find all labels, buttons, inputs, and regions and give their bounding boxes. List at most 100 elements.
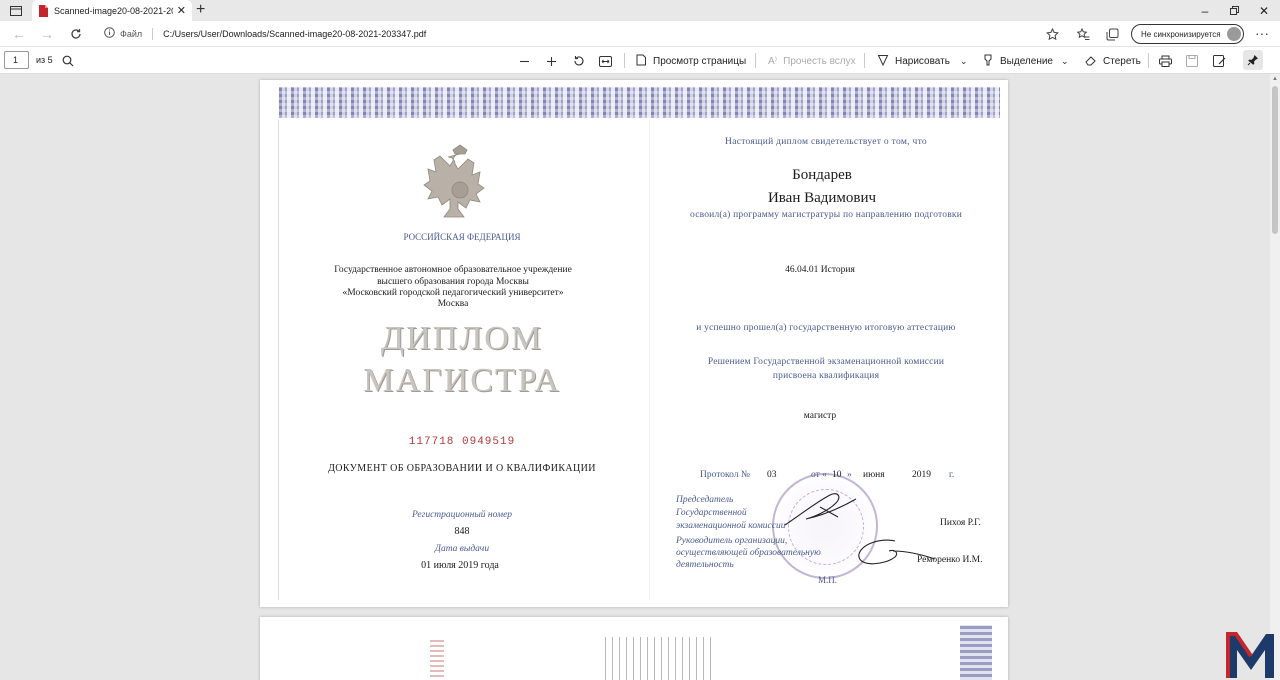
page-view-icon: [635, 54, 653, 69]
diploma-title-line-1: ДИПЛОМ: [380, 320, 544, 357]
highlight-button[interactable]: Выделение: [982, 53, 1053, 69]
search-icon[interactable]: [62, 53, 80, 69]
rotate-icon[interactable]: [573, 53, 591, 69]
favorite-star-icon[interactable]: [1044, 26, 1060, 42]
collections-icon[interactable]: [1104, 26, 1120, 42]
head-signature: [858, 539, 936, 565]
serial-number: 117718 0949519: [408, 436, 516, 448]
page-view-label: Просмотр страницы: [653, 55, 747, 67]
protocol-month: июня: [863, 470, 885, 480]
protocol-year: 2019: [912, 470, 931, 480]
program-text: освоил(а) программу магистратуры по напр…: [690, 210, 962, 220]
institution-line-1: Государственное автономное образовательн…: [334, 265, 572, 275]
protocol-from: от «: [811, 470, 827, 480]
program-name: 46.04.01 История: [785, 265, 855, 275]
draw-icon: [877, 54, 895, 69]
country-label: РОССИЙСКАЯ ФЕДЕРАЦИЯ: [403, 232, 521, 242]
draw-label: Нарисовать: [895, 55, 950, 67]
issue-date-label: Дата выдачи: [434, 544, 490, 554]
graduate-surname: Бондарев: [792, 167, 852, 183]
protocol-label: Протокол №: [700, 470, 750, 480]
watermark-logo: [1226, 632, 1274, 678]
save-icon[interactable]: [1186, 53, 1204, 69]
sidebar-toggle-icon[interactable]: [2, 0, 30, 21]
protocol-number: 03: [767, 470, 777, 480]
address-prefix: Файл: [120, 28, 143, 39]
city-label: Москва: [437, 299, 469, 309]
protocol-close-quote: »: [847, 470, 852, 480]
eraser-icon: [1085, 54, 1103, 69]
more-icon[interactable]: ···: [1255, 25, 1269, 41]
highlight-icon: [982, 54, 1000, 69]
fit-page-icon[interactable]: [599, 53, 618, 69]
tab-title: Scanned-image20-08-2021-203: [54, 5, 173, 16]
highlight-label: Выделение: [1000, 55, 1053, 67]
read-aloud-label: Прочесть вслух: [783, 55, 856, 67]
pdf-viewer[interactable]: РОССИЙСКАЯ ФЕДЕРАЦИЯ Государственное авт…: [0, 74, 1270, 680]
sync-button[interactable]: Не синхронизируется: [1131, 24, 1244, 44]
refresh-icon[interactable]: [67, 25, 85, 43]
zoom-out-icon[interactable]: [519, 53, 536, 69]
info-icon: [104, 27, 115, 40]
registration-label: Регистрационный номер: [411, 510, 513, 520]
head-title-line-1: Руководитель организации,: [676, 536, 788, 546]
page-number-input[interactable]: 1: [4, 51, 29, 69]
vertical-scrollbar[interactable]: ▲: [1270, 74, 1280, 680]
page-count: из 5: [36, 55, 53, 65]
page-view-button[interactable]: Просмотр страницы: [635, 53, 746, 69]
tab-strip: Scanned-image20-08-2021-203 ✕ + – ✕: [0, 0, 1280, 21]
print-icon[interactable]: [1159, 53, 1178, 69]
pdf-file-icon: [38, 4, 48, 17]
save-as-icon[interactable]: [1213, 53, 1232, 69]
attestation-text: и успешно прошел(а) государственную итог…: [696, 323, 956, 333]
head-title-line-3: деятельность: [676, 560, 734, 570]
intro-text: Настоящий диплом свидетельствует о том, …: [725, 137, 927, 147]
url-field[interactable]: C:/Users/User/Downloads/Scanned-image20-…: [163, 29, 426, 39]
address-bar: ← → Файл C:/Users/User/Downloads/Scanned…: [0, 21, 1280, 47]
draw-dropdown-icon[interactable]: ⌄: [960, 53, 968, 69]
zoom-in-icon[interactable]: [546, 53, 563, 69]
document-type: ДОКУМЕНТ ОБ ОБРАЗОВАНИИ И О КВАЛИФИКАЦИИ: [328, 463, 596, 474]
draw-button[interactable]: Нарисовать: [877, 53, 950, 69]
window-close-button[interactable]: ✕: [1250, 0, 1278, 21]
pdf-page-1: РОССИЙСКАЯ ФЕДЕРАЦИЯ Государственное авт…: [260, 80, 1008, 607]
forward-icon[interactable]: →: [38, 25, 56, 43]
chair-title-line-1: Председатель: [676, 495, 734, 505]
registration-number: 848: [454, 526, 470, 537]
close-icon[interactable]: ✕: [177, 4, 186, 17]
highlight-dropdown-icon[interactable]: ⌄: [1061, 53, 1069, 69]
decorative-border: [279, 87, 1000, 118]
back-icon[interactable]: ←: [10, 25, 28, 43]
read-aloud-button[interactable]: A⁾ Прочесть вслух: [768, 53, 856, 69]
head-title-line-2: осуществляющей образовательную: [676, 548, 821, 558]
protocol-day: 10: [832, 470, 842, 480]
scroll-up-icon[interactable]: ▲: [1272, 76, 1278, 82]
protocol-year-suffix: г.: [949, 470, 955, 480]
scrollbar-thumb[interactable]: [1272, 86, 1278, 234]
erase-label: Стереть: [1103, 55, 1141, 67]
issue-date: 01 июля 2019 года: [421, 560, 499, 571]
minimize-button[interactable]: –: [1191, 0, 1219, 21]
decision-line-2: присвоена квалификация: [772, 371, 880, 381]
institution-line-3: «Московский городской педагогический уни…: [342, 288, 564, 298]
diploma-title-line-2: МАГИСТРА: [363, 362, 561, 399]
pdf-toolbar: 1 из 5 Просмотр страницы A⁾ Прочесть всл…: [0, 47, 1280, 74]
erase-button[interactable]: Стереть: [1085, 53, 1141, 69]
chair-name: Пихоя Р.Г.: [940, 518, 981, 528]
pdf-page-2: [260, 617, 1008, 680]
read-aloud-icon: A⁾: [768, 55, 778, 67]
pin-icon[interactable]: [1243, 50, 1263, 70]
profile-icon: [1227, 27, 1241, 41]
qualification: магистр: [803, 411, 837, 421]
institution-line-2: высшего образования города Москвы: [377, 277, 529, 287]
sync-label: Не синхронизируется: [1141, 29, 1221, 39]
plus-icon[interactable]: +: [196, 2, 212, 18]
restore-button[interactable]: [1220, 0, 1248, 21]
coat-of-arms-icon: [423, 144, 485, 218]
browser-tab[interactable]: Scanned-image20-08-2021-203 ✕: [32, 0, 192, 21]
favorites-icon[interactable]: [1075, 26, 1091, 42]
chair-signature: [784, 493, 857, 526]
chair-title-line-2: Государственной: [676, 508, 747, 518]
graduate-given-names: Иван Вадимович: [767, 190, 877, 206]
site-info[interactable]: Файл C:/Users/User/Downloads/Scanned-ima…: [104, 27, 426, 40]
